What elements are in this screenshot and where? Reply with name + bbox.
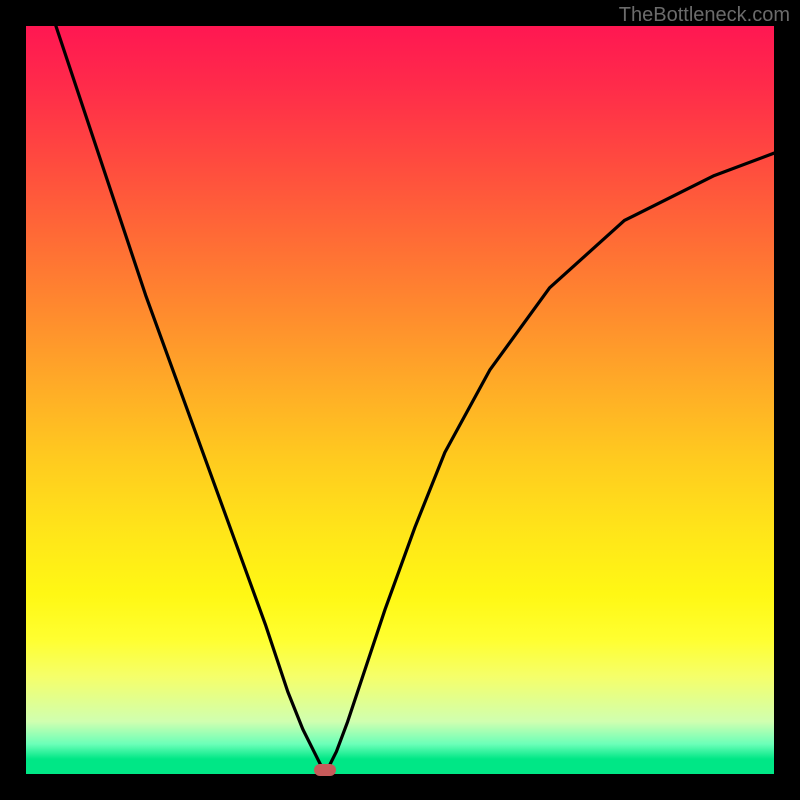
minimum-marker	[314, 764, 336, 776]
watermark-text: TheBottleneck.com	[619, 4, 790, 27]
curve-svg	[26, 26, 774, 774]
chart-frame: TheBottleneck.com	[0, 0, 800, 800]
plot-area	[26, 26, 774, 774]
bottleneck-curve-path	[56, 26, 774, 770]
